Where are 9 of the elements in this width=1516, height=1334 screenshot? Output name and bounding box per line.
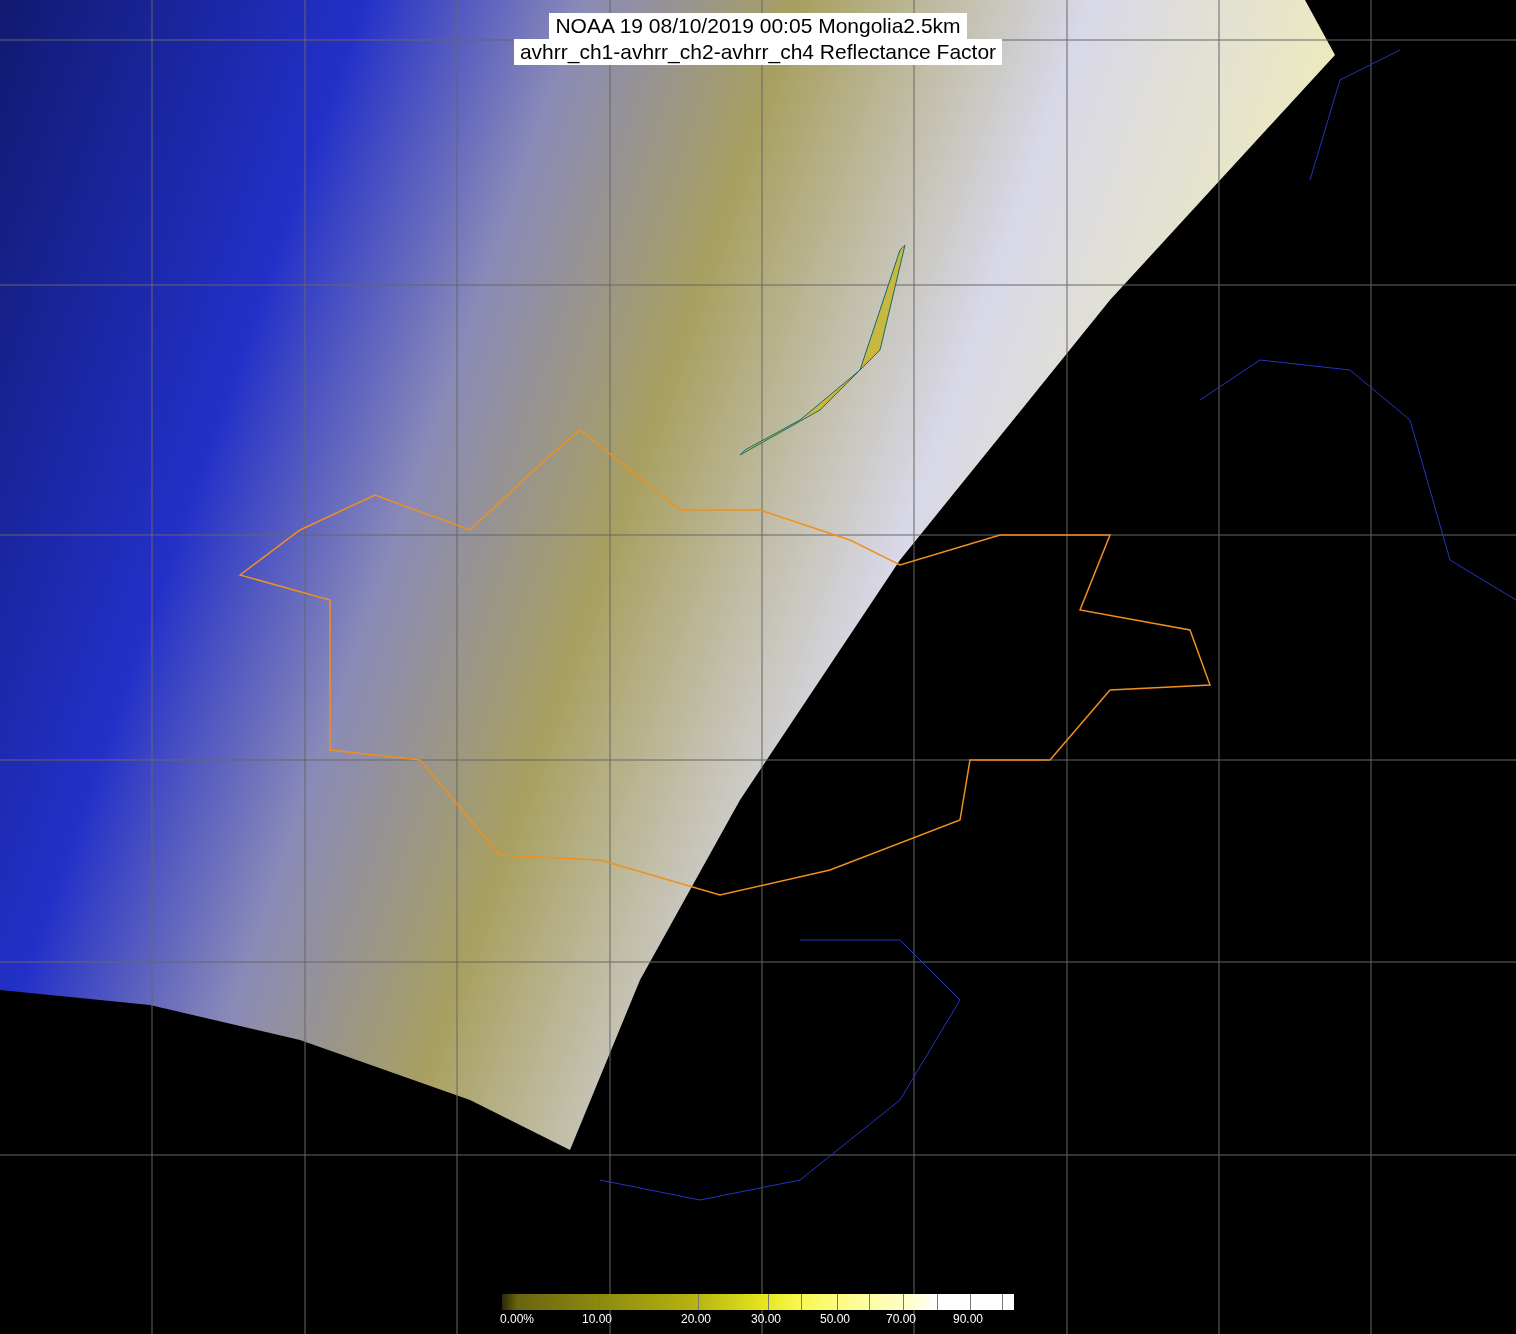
colorbar-label: 0.00% [500,1311,535,1327]
colorbar-label: 90.00 [953,1311,984,1327]
image-title: NOAA 19 08/10/2019 00:05 Mongolia2.5km [549,13,967,39]
colorbar-label: 50.00 [820,1311,851,1327]
colorbar-label: 30.00 [751,1311,782,1327]
colorbar-label: 10.00 [582,1311,613,1327]
colorbar-label: 20.00 [681,1311,712,1327]
colorbar-label: 70.00 [886,1311,917,1327]
image-title: avhrr_ch1-avhrr_ch2-avhrr_ch4 Reflectance Factor [513,39,1003,65]
